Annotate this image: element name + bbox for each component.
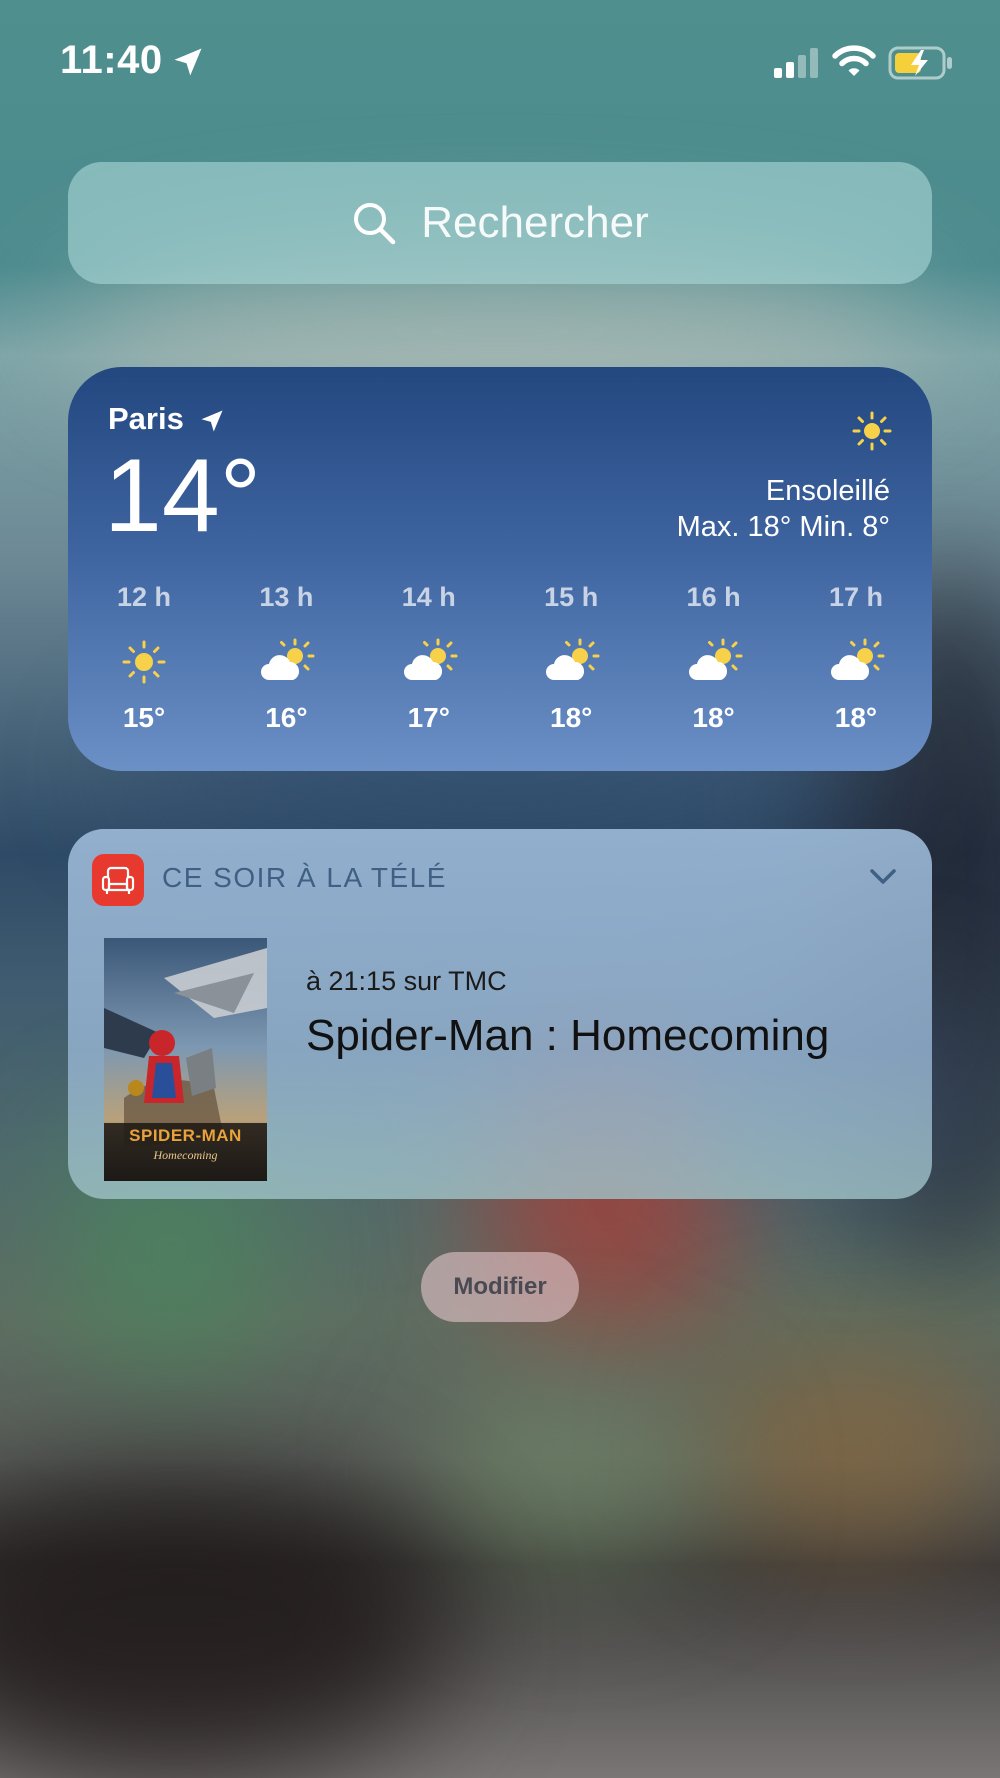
- movie-poster[interactable]: SPIDER-MAN Homecoming: [104, 938, 267, 1181]
- weather-widget[interactable]: Paris 14° Ensoleillé Max. 18° Min. 8° 12…: [68, 367, 932, 771]
- armchair-icon: [101, 866, 135, 894]
- forecast-temp: 18°: [834, 702, 878, 733]
- poster-title: SPIDER-MAN: [129, 1126, 242, 1145]
- hourly-forecast-item: 15 h 18°: [519, 582, 623, 734]
- forecast-hour: 13 h: [259, 582, 314, 612]
- hourly-forecast-item: 14 h 17°: [377, 582, 481, 734]
- forecast-temp: 18°: [692, 702, 735, 733]
- forecast-temp: 16°: [265, 702, 308, 733]
- cellular-signal-icon: [774, 48, 818, 78]
- forecast-temp: 15°: [122, 702, 166, 733]
- sun-icon: [122, 640, 166, 684]
- hourly-forecast-item: 16 h 18°: [662, 582, 766, 734]
- forecast-hour: 17 h: [828, 582, 883, 612]
- battery-charging-icon: [888, 46, 952, 80]
- search-placeholder: Rechercher: [421, 198, 649, 247]
- weather-min-max: Max. 18° Min. 8°: [676, 511, 890, 543]
- weather-condition: Ensoleillé: [765, 475, 890, 507]
- broadcast-time: à 21:15 sur TMC: [306, 966, 507, 996]
- edit-button[interactable]: Modifier: [421, 1252, 579, 1322]
- weather-current-temp: 14°: [104, 438, 262, 554]
- tv-app-icon: [92, 854, 144, 906]
- forecast-hour: 16 h: [686, 582, 741, 612]
- forecast-temp: 17°: [407, 702, 450, 733]
- wifi-icon: [832, 45, 876, 76]
- background-blur: [420, 1380, 720, 1580]
- hourly-forecast-item: 12 h 15°: [92, 582, 196, 734]
- partly-cloudy-icon: [261, 638, 315, 680]
- search-field[interactable]: Rechercher: [68, 162, 932, 284]
- partly-cloudy-icon: [830, 638, 885, 680]
- today-view-screen: 11:40 Rechercher Paris 14° Ensoleillé Ma…: [0, 0, 1000, 1778]
- hourly-forecast: 12 h 15° 13 h 16° 14 h 17° 15 h 18° 16 h…: [92, 582, 908, 734]
- search-icon: [354, 203, 396, 245]
- poster-subtitle: Homecoming: [153, 1148, 218, 1162]
- hourly-forecast-item: 13 h 16°: [234, 582, 338, 734]
- status-time: 11:40: [60, 38, 163, 82]
- forecast-hour: 12 h: [116, 582, 172, 612]
- sun-icon: [852, 411, 892, 451]
- weather-city: Paris: [108, 401, 184, 436]
- background-blur: [700, 1350, 1000, 1550]
- partly-cloudy-icon: [546, 638, 600, 680]
- partly-cloudy-icon: [688, 638, 743, 680]
- show-title[interactable]: Spider-Man : Homecoming: [306, 1011, 829, 1061]
- forecast-hour: 14 h: [401, 582, 456, 612]
- partly-cloudy-icon: [403, 638, 458, 680]
- location-arrow-icon: [174, 48, 202, 76]
- tv-tonight-widget[interactable]: CE SOIR À LA TÉLÉ SPIDER-MAN Homecoming …: [68, 829, 932, 1199]
- chevron-down-icon[interactable]: [868, 865, 898, 887]
- hourly-forecast-item: 17 h 18°: [804, 582, 908, 734]
- tv-widget-title: CE SOIR À LA TÉLÉ: [162, 862, 447, 893]
- forecast-hour: 15 h: [544, 582, 599, 612]
- location-arrow-icon: [201, 410, 223, 432]
- forecast-temp: 18°: [550, 702, 593, 733]
- background-blur: [0, 1480, 450, 1778]
